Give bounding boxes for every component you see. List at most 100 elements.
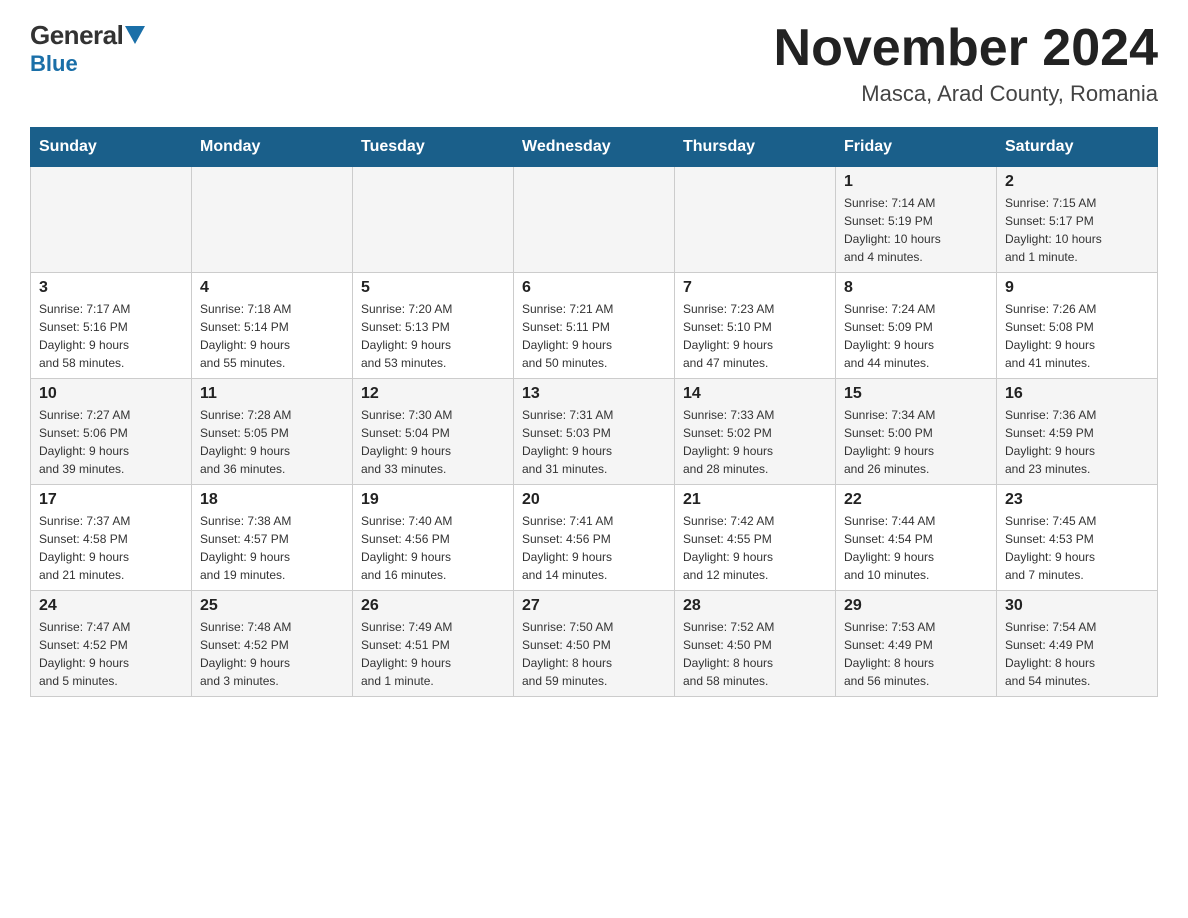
calendar-cell bbox=[514, 167, 675, 273]
location-subtitle: Masca, Arad County, Romania bbox=[774, 81, 1158, 107]
day-info: Sunrise: 7:47 AM Sunset: 4:52 PM Dayligh… bbox=[39, 618, 183, 690]
title-block: November 2024 Masca, Arad County, Romani… bbox=[774, 20, 1158, 107]
day-number: 3 bbox=[39, 279, 183, 297]
day-info: Sunrise: 7:50 AM Sunset: 4:50 PM Dayligh… bbox=[522, 618, 666, 690]
week-row-4: 17 Sunrise: 7:37 AM Sunset: 4:58 PM Dayli… bbox=[31, 485, 1158, 591]
day-number: 12 bbox=[361, 385, 505, 403]
day-info: Sunrise: 7:26 AM Sunset: 5:08 PM Dayligh… bbox=[1005, 300, 1149, 372]
day-info: Sunrise: 7:45 AM Sunset: 4:53 PM Dayligh… bbox=[1005, 512, 1149, 584]
day-info: Sunrise: 7:15 AM Sunset: 5:17 PM Dayligh… bbox=[1005, 194, 1149, 266]
day-info: Sunrise: 7:18 AM Sunset: 5:14 PM Dayligh… bbox=[200, 300, 344, 372]
day-number: 7 bbox=[683, 279, 827, 297]
day-number: 4 bbox=[200, 279, 344, 297]
calendar-cell: 19Sunrise: 7:40 AM Sunset: 4:56 PM Dayli… bbox=[353, 485, 514, 591]
day-number: 17 bbox=[39, 491, 183, 509]
day-info: Sunrise: 7:34 AM Sunset: 5:00 PM Dayligh… bbox=[844, 406, 988, 478]
day-number: 25 bbox=[200, 597, 344, 615]
calendar-cell: 16 Sunrise: 7:36 AM Sunset: 4:59 PM Dayli… bbox=[997, 379, 1158, 485]
calendar-cell: 7Sunrise: 7:23 AM Sunset: 5:10 PM Daylig… bbox=[675, 273, 836, 379]
day-number: 21 bbox=[683, 491, 827, 509]
calendar-cell: 1 Sunrise: 7:14 AM Sunset: 5:19 PM Daylig… bbox=[836, 167, 997, 273]
day-number: 8 bbox=[844, 279, 988, 297]
calendar-cell: 29Sunrise: 7:53 AM Sunset: 4:49 PM Dayli… bbox=[836, 591, 997, 697]
month-title: November 2024 bbox=[774, 20, 1158, 77]
day-info: Sunrise: 7:36 AM Sunset: 4:59 PM Dayligh… bbox=[1005, 406, 1149, 478]
calendar-cell: 2Sunrise: 7:15 AM Sunset: 5:17 PM Daylig… bbox=[997, 167, 1158, 273]
calendar-cell bbox=[31, 167, 192, 273]
day-number: 30 bbox=[1005, 597, 1149, 615]
calendar-cell bbox=[192, 167, 353, 273]
header-cell-friday: Friday bbox=[836, 128, 997, 167]
day-number: 15 bbox=[844, 385, 988, 403]
day-info: Sunrise: 7:42 AM Sunset: 4:55 PM Dayligh… bbox=[683, 512, 827, 584]
calendar-cell: 12 Sunrise: 7:30 AM Sunset: 5:04 PM Dayli… bbox=[353, 379, 514, 485]
calendar-cell: 23 Sunrise: 7:45 AM Sunset: 4:53 PM Dayli… bbox=[997, 485, 1158, 591]
header-cell-monday: Monday bbox=[192, 128, 353, 167]
day-number: 6 bbox=[522, 279, 666, 297]
day-number: 16 bbox=[1005, 385, 1149, 403]
week-row-5: 24 Sunrise: 7:47 AM Sunset: 4:52 PM Dayli… bbox=[31, 591, 1158, 697]
day-info: Sunrise: 7:31 AM Sunset: 5:03 PM Dayligh… bbox=[522, 406, 666, 478]
calendar-cell: 3Sunrise: 7:17 AM Sunset: 5:16 PM Daylig… bbox=[31, 273, 192, 379]
calendar-table: SundayMondayTuesdayWednesdayThursdayFrid… bbox=[30, 127, 1158, 697]
calendar-cell: 10Sunrise: 7:27 AM Sunset: 5:06 PM Dayli… bbox=[31, 379, 192, 485]
week-row-1: 1 Sunrise: 7:14 AM Sunset: 5:19 PM Daylig… bbox=[31, 167, 1158, 273]
calendar-cell: 21 Sunrise: 7:42 AM Sunset: 4:55 PM Dayli… bbox=[675, 485, 836, 591]
day-info: Sunrise: 7:49 AM Sunset: 4:51 PM Dayligh… bbox=[361, 618, 505, 690]
day-info: Sunrise: 7:54 AM Sunset: 4:49 PM Dayligh… bbox=[1005, 618, 1149, 690]
calendar-cell: 28 Sunrise: 7:52 AM Sunset: 4:50 PM Dayli… bbox=[675, 591, 836, 697]
header-cell-saturday: Saturday bbox=[997, 128, 1158, 167]
day-info: Sunrise: 7:28 AM Sunset: 5:05 PM Dayligh… bbox=[200, 406, 344, 478]
calendar-cell bbox=[675, 167, 836, 273]
calendar-cell: 11 Sunrise: 7:28 AM Sunset: 5:05 PM Dayli… bbox=[192, 379, 353, 485]
day-info: Sunrise: 7:14 AM Sunset: 5:19 PM Dayligh… bbox=[844, 194, 988, 266]
day-info: Sunrise: 7:37 AM Sunset: 4:58 PM Dayligh… bbox=[39, 512, 183, 584]
calendar-cell: 6Sunrise: 7:21 AM Sunset: 5:11 PM Daylig… bbox=[514, 273, 675, 379]
calendar-cell: 27 Sunrise: 7:50 AM Sunset: 4:50 PM Dayli… bbox=[514, 591, 675, 697]
calendar-body: 1 Sunrise: 7:14 AM Sunset: 5:19 PM Daylig… bbox=[31, 167, 1158, 697]
week-row-3: 10Sunrise: 7:27 AM Sunset: 5:06 PM Dayli… bbox=[31, 379, 1158, 485]
calendar-cell: 22 Sunrise: 7:44 AM Sunset: 4:54 PM Dayli… bbox=[836, 485, 997, 591]
day-info: Sunrise: 7:52 AM Sunset: 4:50 PM Dayligh… bbox=[683, 618, 827, 690]
day-number: 13 bbox=[522, 385, 666, 403]
day-info: Sunrise: 7:53 AM Sunset: 4:49 PM Dayligh… bbox=[844, 618, 988, 690]
calendar-cell: 13 Sunrise: 7:31 AM Sunset: 5:03 PM Dayli… bbox=[514, 379, 675, 485]
day-info: Sunrise: 7:33 AM Sunset: 5:02 PM Dayligh… bbox=[683, 406, 827, 478]
day-info: Sunrise: 7:20 AM Sunset: 5:13 PM Dayligh… bbox=[361, 300, 505, 372]
day-number: 20 bbox=[522, 491, 666, 509]
day-info: Sunrise: 7:30 AM Sunset: 5:04 PM Dayligh… bbox=[361, 406, 505, 478]
calendar-cell: 18 Sunrise: 7:38 AM Sunset: 4:57 PM Dayli… bbox=[192, 485, 353, 591]
day-number: 27 bbox=[522, 597, 666, 615]
day-number: 14 bbox=[683, 385, 827, 403]
header-row: SundayMondayTuesdayWednesdayThursdayFrid… bbox=[31, 128, 1158, 167]
day-number: 24 bbox=[39, 597, 183, 615]
day-info: Sunrise: 7:41 AM Sunset: 4:56 PM Dayligh… bbox=[522, 512, 666, 584]
day-number: 5 bbox=[361, 279, 505, 297]
day-number: 11 bbox=[200, 385, 344, 403]
calendar-cell: 15 Sunrise: 7:34 AM Sunset: 5:00 PM Dayli… bbox=[836, 379, 997, 485]
calendar-cell: 4 Sunrise: 7:18 AM Sunset: 5:14 PM Daylig… bbox=[192, 273, 353, 379]
day-number: 28 bbox=[683, 597, 827, 615]
day-info: Sunrise: 7:44 AM Sunset: 4:54 PM Dayligh… bbox=[844, 512, 988, 584]
calendar-cell: 30 Sunrise: 7:54 AM Sunset: 4:49 PM Dayli… bbox=[997, 591, 1158, 697]
day-info: Sunrise: 7:27 AM Sunset: 5:06 PM Dayligh… bbox=[39, 406, 183, 478]
logo: General Blue bbox=[30, 20, 145, 77]
calendar-cell bbox=[353, 167, 514, 273]
day-number: 1 bbox=[844, 173, 988, 191]
day-number: 18 bbox=[200, 491, 344, 509]
calendar-cell: 5 Sunrise: 7:20 AM Sunset: 5:13 PM Daylig… bbox=[353, 273, 514, 379]
calendar-header: SundayMondayTuesdayWednesdayThursdayFrid… bbox=[31, 128, 1158, 167]
week-row-2: 3Sunrise: 7:17 AM Sunset: 5:16 PM Daylig… bbox=[31, 273, 1158, 379]
day-info: Sunrise: 7:38 AM Sunset: 4:57 PM Dayligh… bbox=[200, 512, 344, 584]
calendar-cell: 14 Sunrise: 7:33 AM Sunset: 5:02 PM Dayli… bbox=[675, 379, 836, 485]
day-number: 22 bbox=[844, 491, 988, 509]
calendar-cell: 8Sunrise: 7:24 AM Sunset: 5:09 PM Daylig… bbox=[836, 273, 997, 379]
day-number: 23 bbox=[1005, 491, 1149, 509]
header-cell-wednesday: Wednesday bbox=[514, 128, 675, 167]
day-number: 9 bbox=[1005, 279, 1149, 297]
logo-triangle-icon bbox=[125, 26, 145, 44]
page-header: General Blue November 2024 Masca, Arad C… bbox=[30, 20, 1158, 107]
logo-general-text: General bbox=[30, 20, 145, 51]
calendar-cell: 26 Sunrise: 7:49 AM Sunset: 4:51 PM Dayli… bbox=[353, 591, 514, 697]
day-number: 26 bbox=[361, 597, 505, 615]
